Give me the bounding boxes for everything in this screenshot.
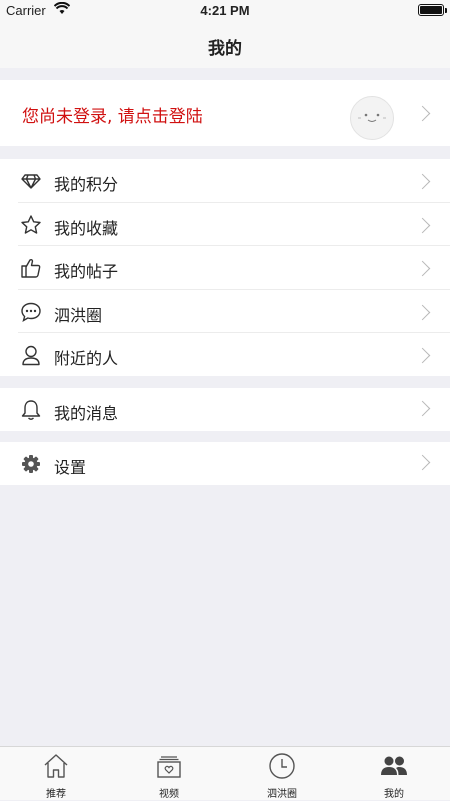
status-time: 4:21 PM [200, 3, 250, 18]
tab-sihong-circle[interactable]: 泗洪圈 [226, 747, 338, 801]
menu-group-settings: 设置 [0, 442, 450, 485]
battery-icon [418, 4, 447, 16]
tab-bar: 推荐 视频 泗洪圈 我的 [0, 746, 450, 800]
home-icon [42, 752, 70, 780]
gear-icon [20, 453, 42, 475]
menu-item-label: 附近的人 [54, 349, 119, 368]
menu-item-favorites[interactable]: 我的收藏 [0, 203, 450, 246]
menu-item-label: 我的消息 [54, 404, 119, 423]
login-row[interactable]: 您尚未登录, 请点击登陆 [0, 80, 450, 146]
thumbs-up-icon [20, 257, 42, 279]
menu-item-label: 泗洪圈 [54, 305, 103, 325]
chevron-right-icon [414, 304, 431, 320]
chevron-right-icon [414, 173, 431, 190]
star-icon [20, 214, 42, 236]
tab-label: 我的 [384, 789, 404, 800]
chat-bubble-icon [20, 301, 42, 323]
menu-item-messages[interactable]: 我的消息 [0, 388, 450, 432]
tab-mine[interactable]: 我的 [338, 747, 450, 801]
menu-item-sihong-circle[interactable]: 泗洪圈 [0, 290, 450, 333]
clock-icon [268, 752, 296, 780]
menu-item-nearby[interactable]: 附近的人 [0, 333, 450, 377]
page-title: 我的 [208, 39, 242, 59]
users-icon [380, 752, 408, 780]
navigation-bar: 我的 [0, 22, 450, 68]
menu-item-label: 我的积分 [54, 175, 119, 194]
tab-recommend[interactable]: 推荐 [0, 747, 112, 801]
avatar[interactable] [350, 96, 394, 140]
chevron-right-icon [414, 217, 431, 233]
tab-label: 泗洪圈 [267, 789, 297, 800]
chevron-right-icon [414, 454, 431, 471]
bell-icon [20, 399, 42, 421]
chevron-right-icon [414, 260, 431, 277]
video-icon [155, 752, 183, 780]
tab-label: 视频 [159, 789, 179, 800]
status-bar: Carrier 4:21 PM [0, 0, 450, 22]
tab-label: 推荐 [46, 789, 66, 800]
menu-item-label: 我的帖子 [54, 262, 119, 281]
menu-item-label: 设置 [54, 458, 87, 477]
person-icon [20, 344, 42, 366]
chevron-right-icon [414, 105, 431, 122]
menu-group-messages: 我的消息 [0, 388, 450, 431]
tab-video[interactable]: 视频 [113, 747, 225, 801]
menu-item-settings[interactable]: 设置 [0, 442, 450, 486]
avatar-face-icon [358, 113, 386, 122]
login-prompt: 您尚未登录, 请点击登陆 [22, 107, 203, 127]
menu-group-main: 我的积分 我的收藏 我的帖子 泗洪圈 附近的人 [0, 159, 450, 376]
chevron-right-icon [414, 400, 431, 417]
chevron-right-icon [414, 347, 431, 364]
diamond-icon [20, 170, 42, 192]
menu-item-points[interactable]: 我的积分 [0, 159, 450, 203]
menu-item-label: 我的收藏 [54, 218, 119, 238]
menu-item-posts[interactable]: 我的帖子 [0, 246, 450, 290]
